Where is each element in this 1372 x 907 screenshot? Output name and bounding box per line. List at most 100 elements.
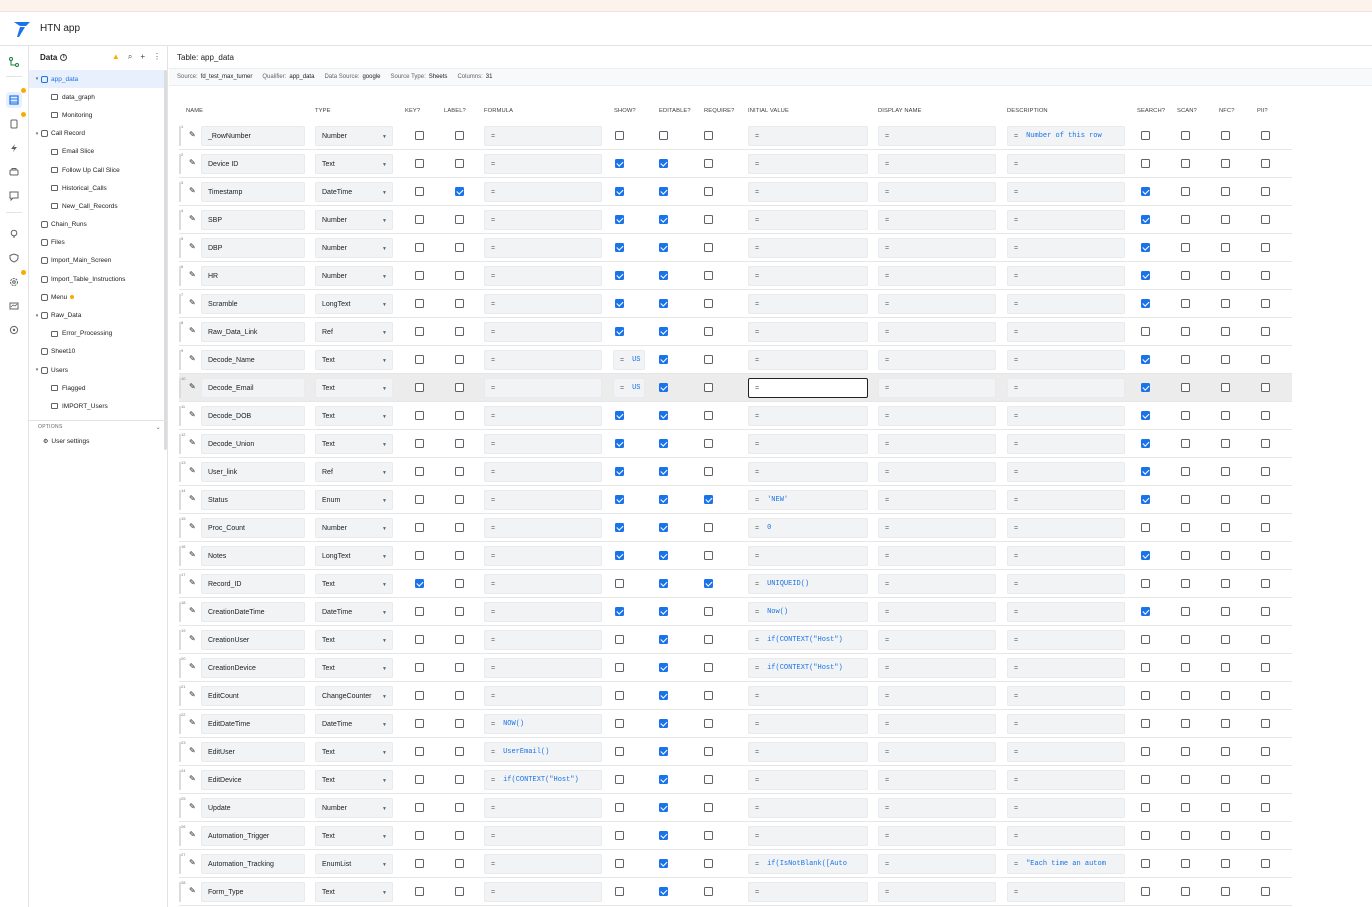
display-name-field[interactable]: = xyxy=(878,630,996,650)
sidebar-item-flagged[interactable]: Flagged xyxy=(29,379,164,397)
scan-checkbox[interactable] xyxy=(1181,579,1190,588)
formula-field[interactable]: = xyxy=(484,882,602,902)
label-checkbox[interactable] xyxy=(455,215,464,224)
show-checkbox[interactable] xyxy=(615,327,624,336)
nfc-checkbox[interactable] xyxy=(1221,187,1230,196)
more-vert-icon[interactable]: ⋮ xyxy=(153,52,161,62)
display-name-field[interactable]: = xyxy=(878,602,996,622)
column-name-field[interactable]: Update xyxy=(201,798,305,818)
formula-field[interactable]: = xyxy=(484,490,602,510)
formula-field[interactable]: = xyxy=(484,182,602,202)
scan-checkbox[interactable] xyxy=(1181,803,1190,812)
editable-checkbox[interactable] xyxy=(659,131,668,140)
initial-value-field[interactable]: = xyxy=(748,798,868,818)
initial-value-field[interactable]: = xyxy=(748,126,868,146)
editable-checkbox[interactable] xyxy=(659,411,668,420)
scan-checkbox[interactable] xyxy=(1181,635,1190,644)
type-select[interactable]: Text ▼ xyxy=(315,630,393,650)
display-name-field[interactable]: = xyxy=(878,126,996,146)
edit-pencil-icon[interactable]: ✎ xyxy=(189,298,199,308)
editable-checkbox[interactable] xyxy=(659,299,668,308)
show-checkbox[interactable] xyxy=(615,719,624,728)
editable-checkbox[interactable] xyxy=(659,691,668,700)
pii-checkbox[interactable] xyxy=(1261,775,1270,784)
nfc-checkbox[interactable] xyxy=(1221,355,1230,364)
description-field[interactable]: = xyxy=(1007,742,1125,762)
type-select[interactable]: Number ▼ xyxy=(315,210,393,230)
column-name-field[interactable]: Device ID xyxy=(201,154,305,174)
description-field[interactable]: = xyxy=(1007,462,1125,482)
description-field[interactable]: = "Each time an autom xyxy=(1007,854,1125,874)
editable-checkbox[interactable] xyxy=(659,243,668,252)
search-checkbox[interactable] xyxy=(1141,523,1150,532)
require-checkbox[interactable] xyxy=(704,691,713,700)
column-name-field[interactable]: Decode_Email xyxy=(201,378,305,398)
key-checkbox[interactable] xyxy=(415,299,424,308)
pii-checkbox[interactable] xyxy=(1261,803,1270,812)
pii-checkbox[interactable] xyxy=(1261,383,1270,392)
drag-handle[interactable] xyxy=(179,490,181,510)
drag-handle[interactable] xyxy=(179,742,181,762)
scan-checkbox[interactable] xyxy=(1181,775,1190,784)
pii-checkbox[interactable] xyxy=(1261,495,1270,504)
description-field[interactable]: = xyxy=(1007,434,1125,454)
display-name-field[interactable]: = xyxy=(878,826,996,846)
sidebar-item-import-users[interactable]: IMPORT_Users xyxy=(29,397,164,415)
description-field[interactable]: = xyxy=(1007,658,1125,678)
description-field[interactable]: = xyxy=(1007,322,1125,342)
key-checkbox[interactable] xyxy=(415,775,424,784)
show-checkbox[interactable] xyxy=(615,523,624,532)
table-row[interactable]: 14 ✎ Status Enum ▼ = = 'NEW' = = xyxy=(179,486,1292,514)
show-checkbox[interactable] xyxy=(615,887,624,896)
nfc-checkbox[interactable] xyxy=(1221,523,1230,532)
initial-value-field[interactable]: = xyxy=(748,546,868,566)
show-checkbox[interactable] xyxy=(615,411,624,420)
label-checkbox[interactable] xyxy=(455,467,464,476)
initial-value-field[interactable]: = xyxy=(748,210,868,230)
initial-value-field[interactable]: = xyxy=(748,462,868,482)
edit-pencil-icon[interactable]: ✎ xyxy=(189,242,199,252)
display-name-field[interactable]: = xyxy=(878,742,996,762)
type-select[interactable]: LongText ▼ xyxy=(315,546,393,566)
scan-checkbox[interactable] xyxy=(1181,495,1190,504)
description-field[interactable]: = xyxy=(1007,714,1125,734)
key-checkbox[interactable] xyxy=(415,439,424,448)
scan-checkbox[interactable] xyxy=(1181,411,1190,420)
show-checkbox[interactable] xyxy=(615,439,624,448)
sidebar-item-app-data[interactable]: ▾ app_data xyxy=(29,70,164,89)
drag-handle[interactable] xyxy=(179,630,181,650)
editable-checkbox[interactable] xyxy=(659,747,668,756)
edit-pencil-icon[interactable]: ✎ xyxy=(189,718,199,728)
edit-pencil-icon[interactable]: ✎ xyxy=(189,774,199,784)
search-checkbox[interactable] xyxy=(1141,383,1150,392)
type-select[interactable]: DateTime ▼ xyxy=(315,602,393,622)
search-checkbox[interactable] xyxy=(1141,439,1150,448)
initial-value-field[interactable]: = xyxy=(748,406,868,426)
initial-value-field[interactable]: = xyxy=(748,742,868,762)
formula-field[interactable]: = xyxy=(484,126,602,146)
formula-field[interactable]: = xyxy=(484,574,602,594)
table-row[interactable]: 9 ✎ Decode_Name Text ▼ = = US = = = xyxy=(179,346,1292,374)
label-checkbox[interactable] xyxy=(455,859,464,868)
edit-pencil-icon[interactable]: ✎ xyxy=(189,662,199,672)
show-formula-field[interactable]: = US xyxy=(613,350,645,370)
table-row[interactable]: 7 ✎ Scramble LongText ▼ = = = = xyxy=(179,290,1292,318)
app-views-icon[interactable] xyxy=(6,116,22,132)
lightbulb-icon[interactable] xyxy=(6,226,22,242)
sidebar-scrollbar[interactable] xyxy=(164,70,167,450)
type-select[interactable]: Text ▼ xyxy=(315,406,393,426)
search-checkbox[interactable] xyxy=(1141,215,1150,224)
type-select[interactable]: DateTime ▼ xyxy=(315,714,393,734)
formula-field[interactable]: = xyxy=(484,630,602,650)
label-checkbox[interactable] xyxy=(455,495,464,504)
drag-handle[interactable] xyxy=(179,602,181,622)
scan-checkbox[interactable] xyxy=(1181,439,1190,448)
require-checkbox[interactable] xyxy=(704,551,713,560)
pii-checkbox[interactable] xyxy=(1261,271,1270,280)
sidebar-item-call-record[interactable]: ▾ Call Record xyxy=(29,125,164,143)
column-name-field[interactable]: Form_Type xyxy=(201,882,305,902)
display-name-field[interactable]: = xyxy=(878,658,996,678)
search-checkbox[interactable] xyxy=(1141,747,1150,756)
type-select[interactable]: Number ▼ xyxy=(315,798,393,818)
table-row[interactable]: 3 ✎ Timestamp DateTime ▼ = = = = xyxy=(179,178,1292,206)
